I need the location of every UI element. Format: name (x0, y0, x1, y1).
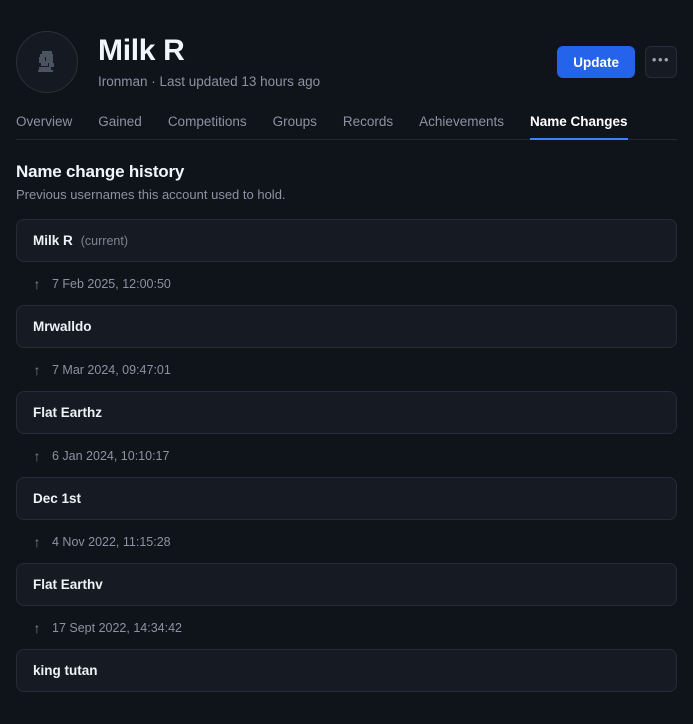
list-item[interactable]: Mrwalldo (16, 305, 677, 348)
player-page: Milk R Ironman · Last updated 13 hours a… (0, 0, 693, 724)
page-title: Milk R (98, 34, 185, 68)
header-actions: Update ••• (557, 46, 677, 78)
current-tag: (current) (80, 233, 128, 248)
tab-gained[interactable]: Gained (98, 114, 142, 140)
transition-row: ↑ 7 Mar 2024, 09:47:01 (16, 348, 677, 391)
section-title: Name change history (16, 162, 185, 181)
name-label: Flat Earthv (33, 577, 103, 592)
transition-row: ↑ 6 Jan 2024, 10:10:17 (16, 434, 677, 477)
transition-date: 7 Feb 2025, 12:00:50 (52, 276, 171, 291)
transition-row: ↑ 7 Feb 2025, 12:00:50 (16, 262, 677, 305)
more-options-button[interactable]: ••• (645, 46, 677, 78)
tab-competitions[interactable]: Competitions (168, 114, 247, 140)
player-tabs: Overview Gained Competitions Groups Reco… (16, 108, 677, 140)
transition-date: 6 Jan 2024, 10:10:17 (52, 448, 170, 463)
name-label: Milk R (33, 233, 73, 248)
transition-row: ↑ 4 Nov 2022, 11:15:28 (16, 520, 677, 563)
name-label: Mrwalldo (33, 319, 92, 334)
arrow-up-icon: ↑ (33, 533, 41, 550)
player-header: Milk R Ironman · Last updated 13 hours a… (16, 0, 677, 96)
list-item[interactable]: Dec 1st (16, 477, 677, 520)
tab-achievements[interactable]: Achievements (419, 114, 504, 140)
ironman-helmet-icon (33, 48, 61, 76)
list-item[interactable]: Flat Earthz (16, 391, 677, 434)
name-change-history-list: Milk R (current) ↑ 7 Feb 2025, 12:00:50 … (16, 219, 677, 692)
name-label: Dec 1st (33, 491, 82, 506)
transition-date: 7 Mar 2024, 09:47:01 (52, 362, 171, 377)
arrow-up-icon: ↑ (33, 447, 41, 464)
update-button[interactable]: Update (557, 46, 635, 78)
ellipsis-icon: ••• (651, 52, 671, 67)
player-subtitle: Ironman · Last updated 13 hours ago (98, 73, 321, 89)
list-item[interactable]: king tutan (16, 649, 677, 692)
section-header: Name change history Previous usernames t… (16, 162, 677, 202)
tab-records[interactable]: Records (343, 114, 393, 140)
transition-date: 4 Nov 2022, 11:15:28 (52, 534, 171, 549)
player-title-block: Milk R Ironman · Last updated 13 hours a… (98, 34, 557, 90)
avatar (16, 31, 78, 93)
tab-name-changes[interactable]: Name Changes (529, 114, 628, 140)
transition-date: 17 Sept 2022, 14:34:42 (52, 620, 182, 635)
section-description: Previous usernames this account used to … (16, 187, 286, 202)
arrow-up-icon: ↑ (33, 275, 41, 292)
tab-groups[interactable]: Groups (273, 114, 317, 140)
arrow-up-icon: ↑ (33, 361, 41, 378)
arrow-up-icon: ↑ (33, 619, 41, 636)
name-label: Flat Earthz (33, 405, 103, 420)
transition-row: ↑ 17 Sept 2022, 14:34:42 (16, 606, 677, 649)
list-item[interactable]: Flat Earthv (16, 563, 677, 606)
name-label: king tutan (33, 663, 98, 678)
list-item[interactable]: Milk R (current) (16, 219, 677, 262)
tab-overview[interactable]: Overview (16, 114, 72, 140)
